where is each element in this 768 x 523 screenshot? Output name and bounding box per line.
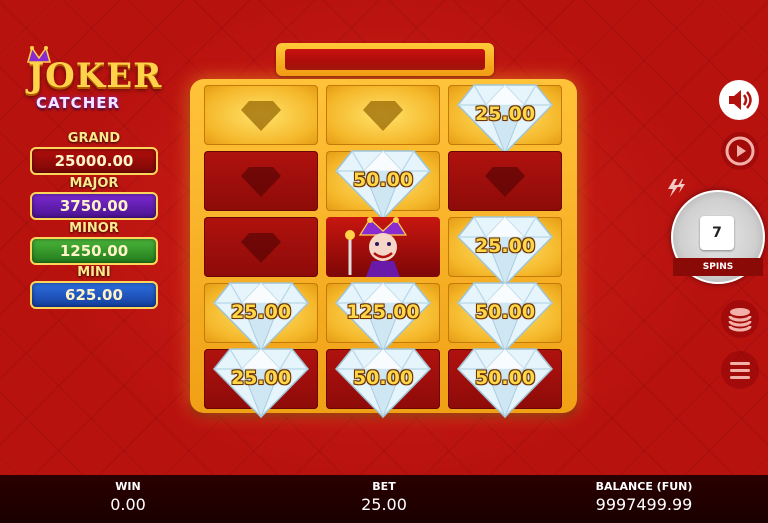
jackpot-grand: GRAND 25000.00	[30, 132, 158, 175]
balance-display: BALANCE (FUN) 9997499.99	[574, 480, 714, 516]
speaker-icon	[729, 90, 752, 110]
jackpot-value: 625.00	[30, 281, 158, 309]
turbo-icon	[668, 179, 685, 197]
win-value: 0.00	[110, 495, 146, 514]
prize-value: 50.00	[352, 367, 414, 389]
prize-value: 25.00	[230, 301, 292, 323]
win-display: WIN 0.00	[88, 480, 168, 516]
logo-title: JOKER	[28, 56, 163, 96]
menu-icon	[730, 362, 750, 379]
autoplay-icon	[725, 136, 755, 166]
sound-button[interactable]	[719, 80, 759, 120]
prize-value: 50.00	[474, 367, 536, 389]
reel-cell: 25.00	[448, 84, 562, 155]
prize-value: 50.00	[474, 301, 536, 323]
autoplay-button[interactable]	[721, 132, 759, 170]
prize-value: 25.00	[474, 103, 536, 125]
prize-value: 25.00	[474, 235, 536, 257]
balance-value: 9997499.99	[595, 495, 693, 514]
reel-cell	[326, 85, 440, 145]
reel-cell: 50.00	[448, 348, 562, 419]
jackpot-mini: MINI 625.00	[30, 266, 158, 309]
win-label: WIN	[115, 480, 141, 493]
reel-cell: 50.00	[448, 282, 562, 353]
jackpot-label: MINOR	[69, 221, 119, 236]
prize-value: 125.00	[346, 301, 420, 323]
jackpot-label: GRAND	[67, 131, 121, 146]
jackpot-value: 1250.00	[30, 237, 158, 265]
bet-display: BET 25.00	[344, 480, 424, 516]
reel-cell: 125.00	[326, 282, 440, 353]
game-logo: JOKER CATCHER	[22, 46, 162, 118]
status-bar: WIN 0.00 BET 25.00 BALANCE (FUN) 9997499…	[0, 475, 768, 523]
jackpot-minor: MINOR 1250.00	[30, 222, 158, 265]
reel-cell	[448, 151, 562, 211]
jackpot-label: MAJOR	[69, 176, 119, 191]
prize-value: 50.00	[352, 169, 414, 191]
empty-diamond-icon	[363, 101, 403, 131]
bet-value: 25.00	[361, 495, 407, 514]
spins-label: SPINS	[673, 258, 763, 276]
reel-cell: 25.00	[448, 216, 562, 287]
empty-diamond-icon	[485, 167, 525, 197]
win-display-bar	[276, 43, 494, 76]
jackpot-label: MINI	[77, 265, 111, 280]
jackpot-value: 25000.00	[30, 147, 158, 175]
spin-counter[interactable]: 7 SPINS	[671, 190, 765, 284]
prize-value: 25.00	[230, 367, 292, 389]
menu-button[interactable]	[721, 351, 759, 389]
reel-cell: 25.00	[204, 348, 318, 419]
logo-subtitle: CATCHER	[36, 94, 121, 112]
bet-button[interactable]	[721, 300, 759, 338]
spins-remaining: 7	[700, 216, 734, 250]
reel-cell	[204, 85, 318, 145]
reel-cell: 25.00	[204, 282, 318, 353]
empty-diamond-icon	[241, 233, 281, 263]
bet-label: BET	[372, 480, 396, 493]
reel-cell	[204, 217, 318, 277]
reel-cell: 50.00	[326, 348, 440, 419]
coins-icon	[728, 308, 752, 332]
reel-cell	[326, 217, 440, 277]
empty-diamond-icon	[241, 167, 281, 197]
jackpot-major: MAJOR 3750.00	[30, 177, 158, 220]
empty-diamond-icon	[241, 101, 281, 131]
reel-cell: 50.00	[326, 150, 440, 221]
joker-character-icon	[345, 217, 408, 277]
reel-frame: 25.00 50.00 25.00 25.00 125.00 50.00 25.00 50.0…	[190, 79, 577, 419]
turbo-button[interactable]	[664, 176, 688, 200]
reel-cell	[204, 151, 318, 211]
jackpot-value: 3750.00	[30, 192, 158, 220]
balance-label: BALANCE (FUN)	[595, 480, 693, 493]
